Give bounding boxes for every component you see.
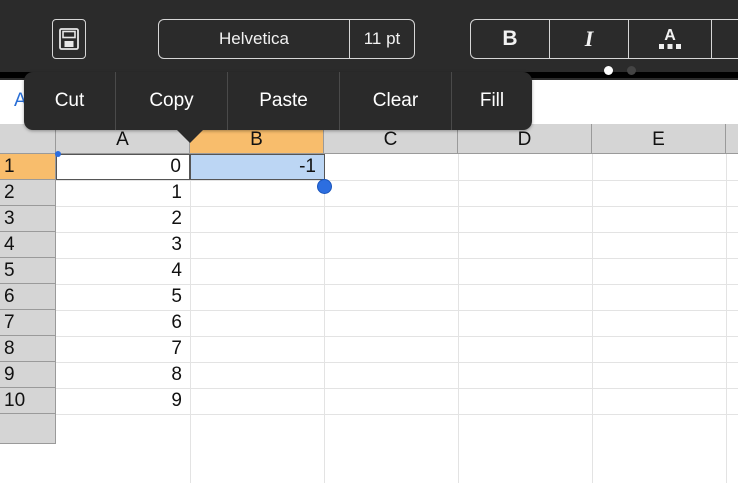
grid-line xyxy=(324,154,325,483)
row-header-2[interactable]: 2 xyxy=(0,180,56,206)
font-size-label: 11 pt xyxy=(363,29,401,48)
selection-handle-start[interactable] xyxy=(55,151,61,157)
text-color-button[interactable]: A xyxy=(628,19,712,59)
column-header-e[interactable]: E xyxy=(592,124,726,154)
row-header-11[interactable] xyxy=(0,414,56,444)
cell-a5[interactable]: 4 xyxy=(56,258,190,284)
menu-item-paste[interactable]: Paste xyxy=(228,72,340,130)
cell-a1[interactable]: 0 xyxy=(56,154,190,180)
grid-line xyxy=(592,154,593,483)
menu-item-cut[interactable]: Cut xyxy=(24,72,116,130)
row-header-6[interactable]: 6 xyxy=(0,284,56,310)
toolbar-page-indicator[interactable] xyxy=(604,66,636,75)
cell-a10[interactable]: 9 xyxy=(56,388,190,414)
text-color-label: A xyxy=(664,27,676,44)
bold-button[interactable]: B xyxy=(470,19,550,59)
cell-b1[interactable]: -1 xyxy=(190,154,325,180)
menu-item-fill[interactable]: Fill xyxy=(452,72,532,130)
page-dot-active xyxy=(604,66,613,75)
row-header-4[interactable]: 4 xyxy=(0,232,56,258)
row-header-7[interactable]: 7 xyxy=(0,310,56,336)
cell-a7[interactable]: 6 xyxy=(56,310,190,336)
row-header-8[interactable]: 8 xyxy=(0,336,56,362)
column-header-f[interactable] xyxy=(726,124,738,154)
cell-a2[interactable]: 1 xyxy=(56,180,190,206)
menu-item-clear[interactable]: Clear xyxy=(340,72,452,130)
cell-a8[interactable]: 7 xyxy=(56,336,190,362)
more-format-button[interactable] xyxy=(711,19,738,59)
context-menu: Cut Copy Paste Clear Fill xyxy=(24,72,532,130)
grid-line xyxy=(458,154,459,483)
cell-a4[interactable]: 3 xyxy=(56,232,190,258)
bold-label: B xyxy=(502,27,518,50)
cell-a3[interactable]: 2 xyxy=(56,206,190,232)
save-button[interactable] xyxy=(52,19,86,59)
cell-a6[interactable]: 5 xyxy=(56,284,190,310)
font-name-button[interactable]: Helvetica xyxy=(158,19,350,59)
row-header-5[interactable]: 5 xyxy=(0,258,56,284)
font-size-button[interactable]: 11 pt xyxy=(349,19,415,59)
formatting-toolbar: Helvetica 11 pt B I A xyxy=(0,0,738,80)
font-name-label: Helvetica xyxy=(219,29,289,48)
selection-handle[interactable] xyxy=(317,179,332,194)
color-swatch-icon xyxy=(659,44,681,49)
italic-label: I xyxy=(584,26,594,51)
row-header-10[interactable]: 10 xyxy=(0,388,56,414)
row-header-3[interactable]: 3 xyxy=(0,206,56,232)
row-header-1[interactable]: 1 xyxy=(0,154,56,180)
grid-line xyxy=(726,154,727,483)
italic-button[interactable]: I xyxy=(549,19,629,59)
cell-a9[interactable]: 8 xyxy=(56,362,190,388)
context-menu-pointer xyxy=(176,129,204,143)
page-dot xyxy=(627,66,636,75)
floppy-disk-icon xyxy=(59,28,79,50)
row-header-9[interactable]: 9 xyxy=(0,362,56,388)
menu-item-copy[interactable]: Copy xyxy=(116,72,228,130)
grid-line xyxy=(56,414,738,415)
grid-line xyxy=(190,154,191,483)
